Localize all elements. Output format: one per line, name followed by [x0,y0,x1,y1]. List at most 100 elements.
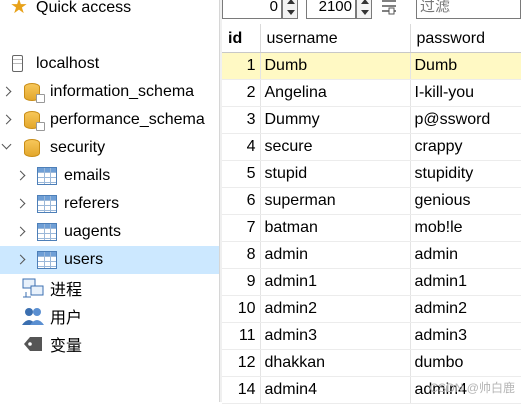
cell-username[interactable]: Dummy [260,106,411,134]
cell-username[interactable]: Angelina [260,79,411,107]
table-label: emails [64,167,111,184]
cell-id[interactable]: 4 [222,133,261,161]
cell-id[interactable]: 1 [222,52,261,80]
table-icon [37,195,57,213]
table-icon [37,251,57,269]
cell-id[interactable]: 7 [222,214,261,242]
database-icon [24,139,40,157]
processes-label: 进程 [50,282,83,299]
cell-username[interactable]: admin1 [260,268,411,296]
table-item-uagents[interactable]: uagents [0,218,219,246]
down-arrow-icon[interactable] [361,10,369,15]
limit-stepper[interactable] [356,0,372,19]
table-row[interactable]: 3 Dummy p@ssword [222,106,521,134]
table-row[interactable]: 11 admin3 admin3 [222,322,521,350]
cell-username[interactable]: secure [260,133,411,161]
variables-item[interactable]: 变量 [0,330,219,358]
table-row[interactable]: 2 Angelina I-kill-you [222,79,521,107]
users-item[interactable]: 用户 [0,302,219,330]
cell-id[interactable]: 11 [222,322,261,350]
cell-password[interactable]: I-kill-you [410,79,521,107]
table-item-emails[interactable]: emails [0,162,219,190]
cell-password[interactable]: dumbo [410,349,521,377]
cell-username[interactable]: admin2 [260,295,411,323]
table-row[interactable]: 6 superman genious [222,187,521,215]
cell-username[interactable]: superman [260,187,411,215]
cell-username[interactable]: admin [260,241,411,269]
db-item-performance-schema[interactable]: performance_schema [0,106,219,134]
chevron-right-icon[interactable] [1,114,12,125]
cell-password[interactable]: admin1 [410,268,521,296]
cell-password[interactable]: genious [410,187,521,215]
quick-access-label: Quick access [36,0,132,16]
cell-id[interactable]: 6 [222,187,261,215]
db-label: performance_schema [50,111,205,128]
table-row[interactable]: 9 admin1 admin1 [222,268,521,296]
cell-password[interactable]: Dumb [410,52,521,80]
cell-password[interactable]: stupidity [410,160,521,188]
grid-toolbar: 0 2100 过滤 [222,0,521,22]
chevron-right-icon[interactable] [15,170,26,181]
db-item-information-schema[interactable]: information_schema [0,78,219,106]
cell-password[interactable]: admin2 [410,295,521,323]
cell-username[interactable]: Dumb [260,52,411,80]
table-row[interactable]: 7 batman mob!le [222,214,521,242]
up-arrow-icon[interactable] [287,0,295,4]
table-item-users[interactable]: users [0,246,219,274]
filter-settings-icon[interactable] [380,0,398,17]
cell-username[interactable]: stupid [260,160,411,188]
cell-id[interactable]: 12 [222,349,261,377]
filter-input[interactable]: 过滤 [416,0,521,19]
cell-password[interactable]: mob!le [410,214,521,242]
cell-username[interactable]: admin3 [260,322,411,350]
chevron-right-icon[interactable] [1,86,12,97]
offset-stepper[interactable] [282,0,298,19]
process-icon [22,278,44,298]
table-row[interactable]: 5 stupid stupidity [222,160,521,188]
cell-password[interactable]: admin3 [410,322,521,350]
cell-id[interactable]: 8 [222,241,261,269]
cell-password[interactable]: crappy [410,133,521,161]
cell-username[interactable]: dhakkan [260,349,411,377]
table-row[interactable]: 4 secure crappy [222,133,521,161]
system-badge-icon [36,94,45,103]
host-item[interactable]: localhost [0,50,219,78]
cell-username[interactable]: batman [260,214,411,242]
chevron-right-icon[interactable] [15,198,26,209]
cell-id[interactable]: 10 [222,295,261,323]
variables-icon [24,337,42,351]
quick-access-item[interactable]: ★ Quick access [0,0,219,22]
table-row[interactable]: 10 admin2 admin2 [222,295,521,323]
up-arrow-icon[interactable] [361,0,369,4]
cell-id[interactable]: 14 [222,376,261,404]
column-header-password[interactable]: password [410,24,521,53]
cell-id[interactable]: 5 [222,160,261,188]
table-icon [37,223,57,241]
cell-password[interactable]: admin [410,241,521,269]
column-header-id[interactable]: id [222,24,261,53]
cell-password[interactable]: p@ssword [410,106,521,134]
star-icon: ★ [10,0,28,18]
navigator-tree: ★ Quick access localhost information_sch… [0,0,221,402]
table-item-referers[interactable]: referers [0,190,219,218]
watermark: CSDN @帅白鹿 [429,381,515,395]
table-row[interactable]: 1 Dumb Dumb [222,52,521,80]
users-label: 用户 [50,310,83,327]
table-row[interactable]: 8 admin admin [222,241,521,269]
limit-input[interactable]: 2100 [306,0,356,19]
offset-input[interactable]: 0 [222,0,282,19]
chevron-right-icon[interactable] [15,226,26,237]
processes-item[interactable]: 进程 [0,274,219,302]
cell-id[interactable]: 9 [222,268,261,296]
db-item-security[interactable]: security [0,134,219,162]
cell-id[interactable]: 3 [222,106,261,134]
data-grid-pane: 0 2100 过滤 id username password 1 Dumb Du… [222,0,521,404]
table-row[interactable]: 12 dhakkan dumbo [222,349,521,377]
chevron-down-icon[interactable] [1,139,12,150]
cell-id[interactable]: 2 [222,79,261,107]
cell-username[interactable]: admin4 [260,376,411,404]
down-arrow-icon[interactable] [287,10,295,15]
chevron-right-icon[interactable] [15,254,26,265]
column-header-username[interactable]: username [260,24,411,53]
host-label: localhost [36,55,100,72]
